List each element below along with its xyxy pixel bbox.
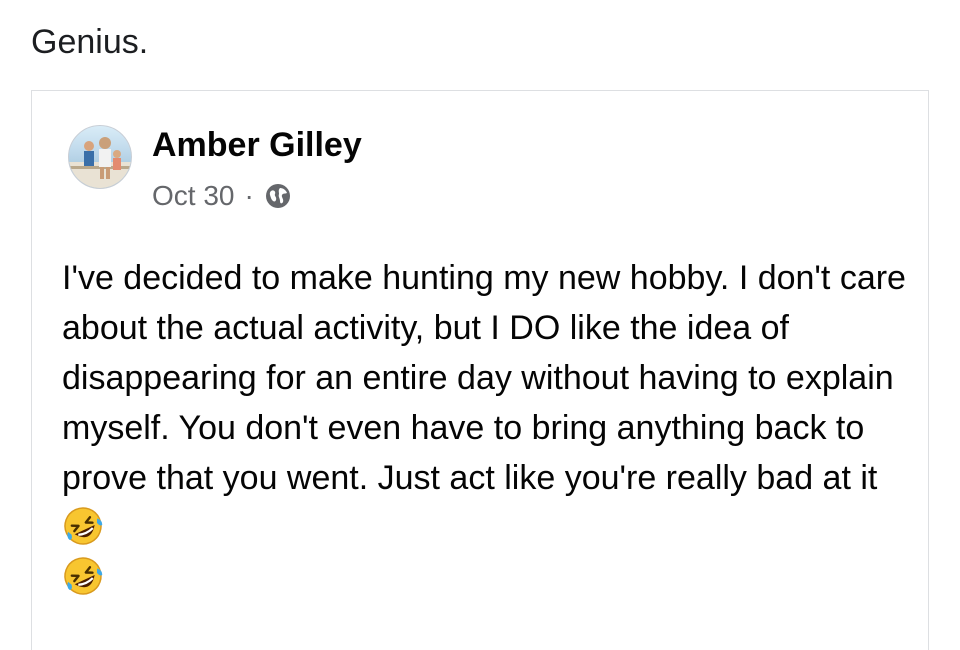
rolling-laughing-emoji xyxy=(64,507,103,545)
post-author-name[interactable]: Amber Gilley xyxy=(152,125,362,165)
avatar-photo xyxy=(69,137,131,188)
post-date[interactable]: Oct 30 xyxy=(152,179,234,213)
avatar[interactable] xyxy=(68,125,132,189)
rolling-laughing-emoji xyxy=(64,557,103,595)
meta-separator: · xyxy=(244,180,254,211)
shared-post-card: Amber Gilley Oct 30 · I've decided to ma… xyxy=(31,90,929,650)
post-text: I've decided to make hunting my new hobb… xyxy=(62,259,906,497)
shared-caption: Genius. xyxy=(31,23,149,61)
post-body: I've decided to make hunting my new hobb… xyxy=(62,253,907,603)
post-meta: Oct 30 · xyxy=(152,179,292,213)
globe-icon xyxy=(265,184,290,208)
